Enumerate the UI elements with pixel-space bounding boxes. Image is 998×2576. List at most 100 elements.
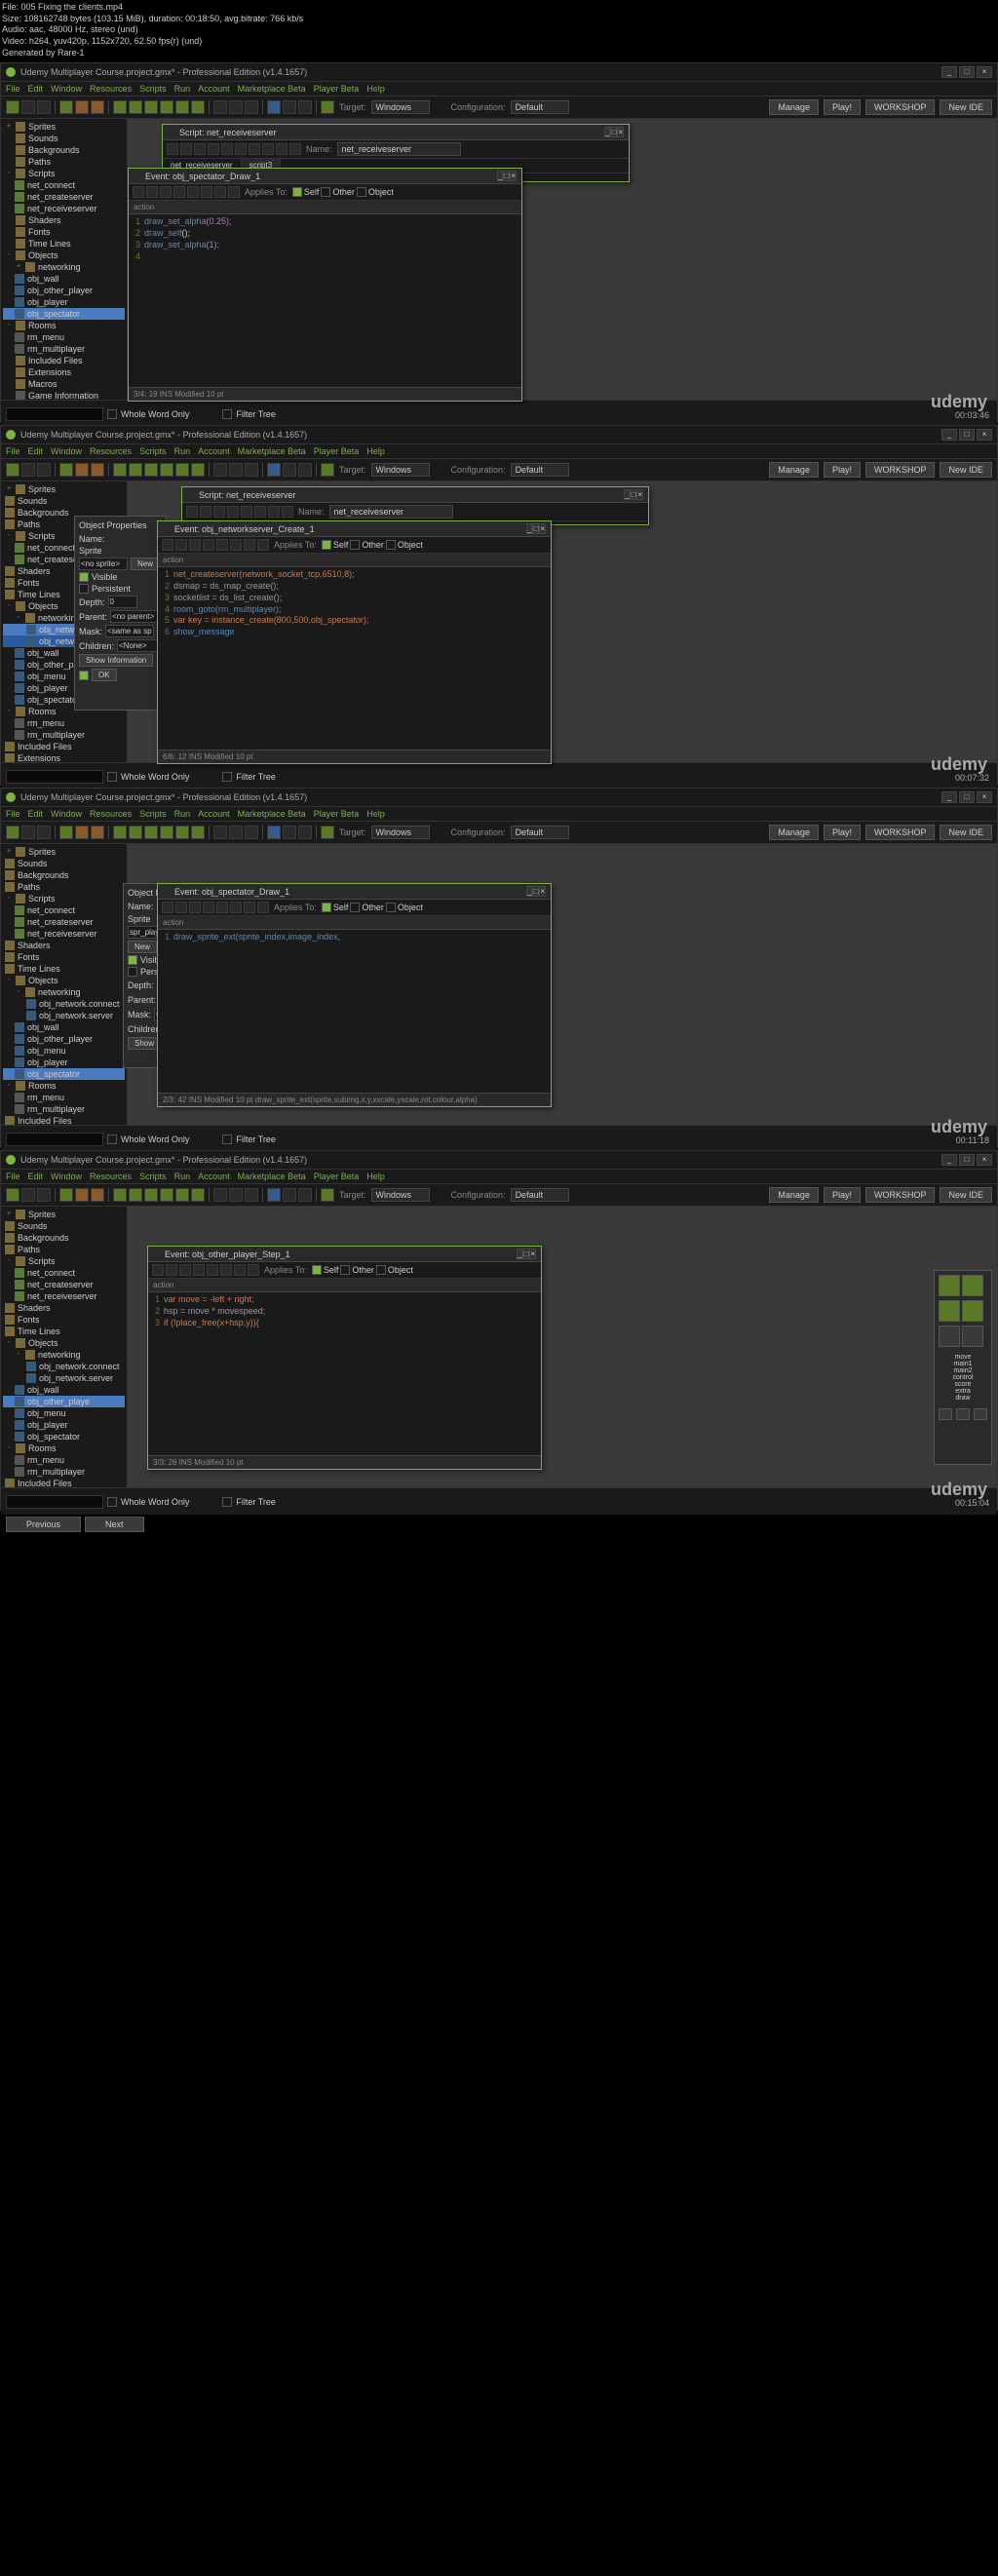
wholeword-check[interactable] — [107, 409, 117, 419]
menu-playerbeta[interactable]: Player Beta — [314, 446, 360, 456]
radio-object[interactable] — [386, 540, 396, 550]
tool-icon[interactable] — [201, 186, 212, 198]
toolbar-icon[interactable] — [298, 1188, 312, 1202]
toolbar-icon[interactable] — [229, 463, 243, 477]
toolbar-icon[interactable] — [91, 826, 104, 839]
menu-scripts[interactable]: Scripts — [139, 84, 167, 94]
tool-icon[interactable] — [235, 143, 247, 155]
menu-account[interactable]: Account — [198, 84, 230, 94]
palette-icon[interactable] — [939, 1326, 960, 1347]
toolbar-icon[interactable] — [191, 826, 205, 839]
tool-icon[interactable] — [262, 143, 274, 155]
radio-other[interactable] — [350, 540, 360, 550]
code-editor[interactable]: 1draw_set_alpha(0.25); 2draw_self(); 3dr… — [129, 214, 521, 264]
palette-icon[interactable] — [962, 1326, 983, 1347]
tool-icon[interactable] — [207, 1264, 218, 1276]
menu-file[interactable]: File — [6, 84, 20, 94]
tree-room[interactable]: rm_menu — [27, 332, 64, 342]
tool-icon[interactable] — [214, 186, 226, 198]
toolbar-icon[interactable] — [298, 826, 312, 839]
maximize-icon[interactable]: □ — [959, 66, 975, 78]
tree-obj[interactable]: obj_other_player — [27, 286, 93, 295]
tool-icon[interactable] — [193, 1264, 205, 1276]
toolbar-icon[interactable] — [298, 100, 312, 114]
name-input[interactable] — [329, 505, 453, 519]
tool-icon[interactable] — [203, 539, 214, 551]
tree-macros[interactable]: Macros — [28, 379, 58, 389]
var-icon[interactable] — [939, 1408, 952, 1420]
tool-icon[interactable] — [257, 539, 269, 551]
radio-object[interactable] — [357, 187, 366, 197]
tree-extensions[interactable]: Extensions — [28, 367, 71, 377]
tree-folder[interactable]: networking — [38, 262, 81, 272]
menu-marketplace[interactable]: Marketplace Beta — [238, 446, 306, 456]
tool-icon[interactable] — [133, 186, 144, 198]
filtertree-check[interactable] — [222, 409, 232, 419]
tool-icon[interactable] — [230, 902, 242, 913]
tool-icon[interactable] — [289, 143, 301, 155]
toolbar-icon[interactable] — [191, 463, 205, 477]
toolbar-icon[interactable] — [175, 1188, 189, 1202]
tool-icon[interactable] — [244, 539, 255, 551]
toolbar-icon[interactable] — [6, 463, 19, 477]
menu-file[interactable]: File — [6, 446, 20, 456]
tree-timelines[interactable]: Time Lines — [28, 239, 71, 249]
close-icon[interactable]: × — [977, 66, 992, 78]
toolbar-icon[interactable] — [213, 1188, 227, 1202]
menu-scripts[interactable]: Scripts — [139, 446, 167, 456]
tool-icon[interactable] — [194, 143, 206, 155]
search-input[interactable] — [6, 407, 103, 421]
toolbar-icon[interactable] — [113, 1188, 127, 1202]
toolbar-icon[interactable] — [213, 100, 227, 114]
newide-button[interactable]: New IDE — [940, 99, 992, 115]
palette-icon[interactable] — [939, 1300, 960, 1322]
toolbar-icon[interactable] — [213, 463, 227, 477]
tool-icon[interactable] — [160, 186, 172, 198]
radio-other[interactable] — [350, 903, 360, 912]
tool-icon[interactable] — [162, 539, 173, 551]
tool-icon[interactable] — [203, 902, 214, 913]
toolbar-icon[interactable] — [37, 1188, 51, 1202]
tool-icon[interactable] — [213, 506, 225, 518]
persistent-check[interactable] — [79, 584, 89, 594]
menu-window[interactable]: Window — [51, 446, 82, 456]
toolbar-icon[interactable] — [129, 826, 142, 839]
search-input[interactable] — [6, 1133, 103, 1146]
target-icon[interactable] — [321, 100, 334, 114]
tree-script[interactable]: net_connect — [27, 180, 75, 190]
showinfo-button[interactable]: Show Information — [79, 654, 153, 667]
toolbar-icon[interactable] — [160, 826, 173, 839]
toolbar-icon[interactable] — [59, 826, 73, 839]
toolbar-icon[interactable] — [245, 826, 258, 839]
toolbar-icon[interactable] — [160, 463, 173, 477]
toolbar-icon[interactable] — [191, 100, 205, 114]
var-icon[interactable] — [956, 1408, 970, 1420]
target-icon[interactable] — [321, 463, 334, 477]
toolbar-icon[interactable] — [267, 826, 281, 839]
toolbar-icon[interactable] — [245, 100, 258, 114]
target-icon[interactable] — [321, 1188, 334, 1202]
toolbar-icon[interactable] — [6, 826, 19, 839]
toolbar-icon[interactable] — [160, 100, 173, 114]
toolbar-icon[interactable] — [75, 463, 89, 477]
search-input[interactable] — [6, 770, 103, 784]
tool-icon[interactable] — [220, 1264, 232, 1276]
tool-icon[interactable] — [162, 902, 173, 913]
minimize-icon[interactable]: _ — [941, 66, 957, 78]
play-button[interactable]: Play! — [824, 462, 861, 478]
mask-input[interactable] — [105, 625, 154, 637]
tree-obj[interactable]: obj_player — [27, 297, 68, 307]
tool-icon[interactable] — [175, 539, 187, 551]
tool-icon[interactable] — [189, 902, 201, 913]
config-select[interactable]: Default — [511, 463, 569, 477]
toolbar-icon[interactable] — [267, 1188, 281, 1202]
toolbar-icon[interactable] — [75, 100, 89, 114]
show-button[interactable]: Show — [128, 1037, 161, 1050]
sprite-input[interactable] — [79, 557, 128, 570]
manage-button[interactable]: Manage — [769, 462, 819, 478]
tool-icon[interactable] — [234, 1264, 246, 1276]
menu-run[interactable]: Run — [174, 84, 191, 94]
toolbar-icon[interactable] — [283, 463, 296, 477]
toolbar-icon[interactable] — [245, 1188, 258, 1202]
toolbar-icon[interactable] — [91, 1188, 104, 1202]
